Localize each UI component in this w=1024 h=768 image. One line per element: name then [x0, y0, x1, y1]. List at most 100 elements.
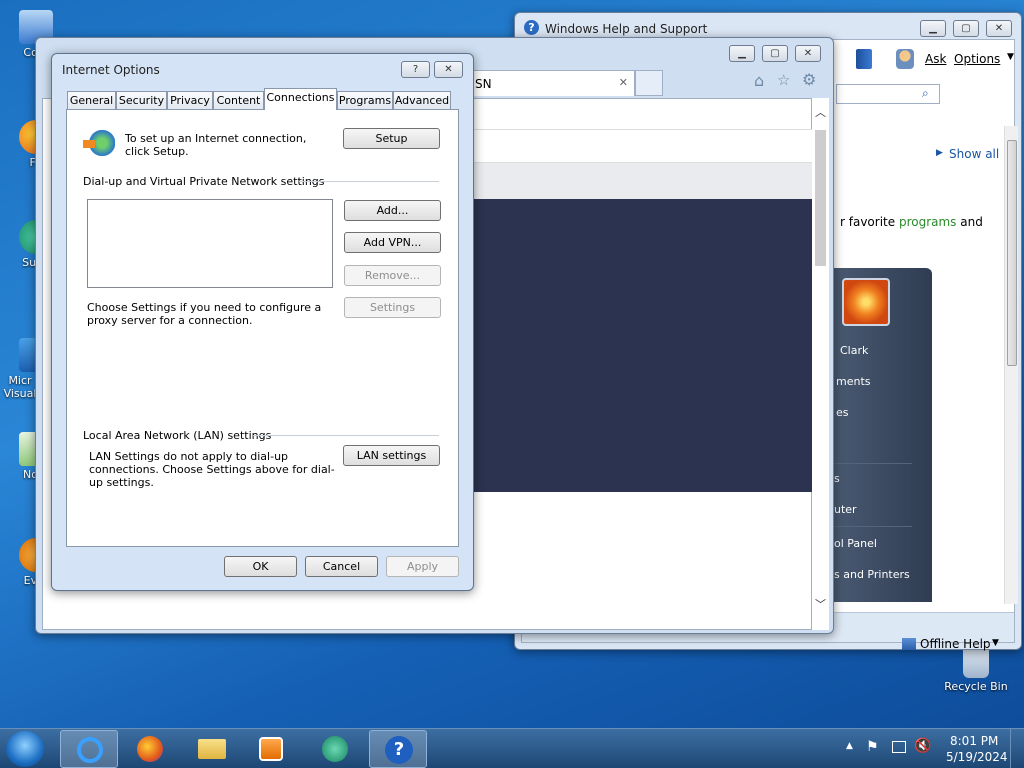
tab-advanced[interactable]: Advanced [393, 91, 451, 110]
connections-list[interactable] [87, 199, 333, 288]
add-button[interactable]: Add... [344, 200, 441, 221]
proxy-text: Choose Settings if you need to configure… [87, 301, 322, 327]
body-text: r favorite [840, 215, 899, 229]
ask-button[interactable]: Ask [925, 52, 946, 66]
options-menu[interactable]: Options [954, 52, 1000, 66]
taskbar: ? ▲ ⚑ 🔇 8:01 PM 5/19/2024 [0, 728, 1024, 768]
menu-item[interactable]: s [834, 472, 840, 485]
book-icon[interactable] [856, 49, 872, 69]
apply-button[interactable]: Apply [386, 556, 459, 577]
browser-scrollbar[interactable]: ︿ ﹀ [812, 98, 829, 630]
cancel-button[interactable]: Cancel [305, 556, 378, 577]
help-button[interactable]: ? [401, 61, 430, 78]
scrollbar-thumb[interactable] [1007, 140, 1017, 366]
remove-button[interactable]: Remove... [344, 265, 441, 286]
taskbar-app[interactable] [306, 730, 364, 768]
divider [253, 435, 439, 436]
setup-text: To set up an Internet connection, click … [125, 132, 307, 158]
scrollbar-thumb[interactable] [815, 130, 826, 266]
home-icon[interactable]: ⌂ [754, 71, 764, 90]
internet-options-dialog[interactable]: Internet Options ? ✕ General Security Pr… [51, 53, 474, 591]
menu-item[interactable]: ol Panel [834, 537, 877, 550]
page-dark-panel [473, 199, 813, 492]
user-picture [842, 278, 890, 326]
scroll-down-icon[interactable]: ﹀ [815, 596, 826, 612]
menu-item[interactable]: Clark [840, 344, 868, 357]
close-button[interactable]: ✕ [434, 61, 463, 78]
desktop-icon-label: Micr Visual [3, 374, 37, 400]
tab-security[interactable]: Security [116, 91, 167, 110]
programs-link[interactable]: programs [899, 215, 956, 229]
taskbar-firefox[interactable] [121, 730, 179, 768]
tab-connections[interactable]: Connections [264, 88, 337, 110]
start-button[interactable] [6, 731, 44, 767]
favorites-star-icon[interactable]: ☆ [777, 71, 790, 89]
help-window-title: Windows Help and Support [545, 22, 708, 36]
volume-muted-icon[interactable]: 🔇 [914, 738, 931, 754]
desktop-icon-recycle-bin[interactable]: Recycle Bin [938, 646, 1014, 693]
search-icon[interactable]: ⌕ [922, 86, 929, 101]
help-scrollbar[interactable] [1004, 126, 1018, 604]
tab-programs[interactable]: Programs [337, 91, 393, 110]
help-body-text: r favorite programs and [840, 215, 983, 229]
maximize-button[interactable]: ▢ [762, 45, 788, 62]
folder-icon [198, 739, 226, 759]
maximize-button[interactable]: ▢ [953, 20, 979, 37]
taskbar-help[interactable]: ? [369, 730, 427, 768]
clock-date[interactable]: 5/19/2024 [946, 750, 1008, 764]
start-menu-panel: Clark ments es s uter ol Panel s and Pri… [832, 268, 932, 602]
close-button[interactable]: ✕ [986, 20, 1012, 37]
firefox-icon [137, 736, 163, 762]
menu-item[interactable]: ments [836, 375, 871, 388]
tab-general[interactable]: General [67, 91, 116, 110]
connections-panel: To set up an Internet connection, click … [66, 109, 459, 547]
help-icon: ? [385, 736, 413, 764]
show-desktop-button[interactable] [1010, 729, 1024, 768]
network-icon[interactable] [892, 741, 906, 753]
menu-item[interactable]: es [836, 406, 849, 419]
ok-button[interactable]: OK [224, 556, 297, 577]
lan-settings-button[interactable]: LAN settings [343, 445, 440, 466]
add-vpn-button[interactable]: Add VPN... [344, 232, 441, 253]
setup-button[interactable]: Setup [343, 128, 440, 149]
show-hidden-icons[interactable]: ▲ [846, 741, 853, 751]
expand-icon: ▶ [936, 148, 943, 158]
address-field[interactable] [473, 129, 813, 163]
browser-tab[interactable]: SN ✕ [472, 70, 635, 96]
tab-privacy[interactable]: Privacy [167, 91, 213, 110]
taskbar-ie[interactable] [60, 730, 118, 768]
vpn-group-label: Dial-up and Virtual Private Network sett… [83, 175, 325, 188]
body-text: and [956, 215, 983, 229]
tab-content[interactable]: Content [213, 91, 264, 110]
taskbar-media-player[interactable] [243, 730, 301, 768]
menu-item[interactable]: uter [834, 503, 857, 516]
flag-icon[interactable]: ⚑ [866, 739, 879, 755]
app-icon [322, 736, 348, 762]
dialog-title: Internet Options [62, 63, 160, 77]
close-button[interactable]: ✕ [795, 45, 821, 62]
show-all-link[interactable]: Show all [949, 147, 999, 161]
settings-button[interactable]: Settings [344, 297, 441, 318]
arrow-icon [83, 140, 95, 148]
chevron-down-icon: ▼ [992, 638, 999, 648]
tab-title: SN [475, 77, 492, 91]
scroll-up-icon[interactable]: ︿ [815, 104, 826, 120]
minimize-button[interactable]: ▁ [729, 45, 755, 62]
offline-help-menu[interactable]: Offline Help [920, 637, 991, 651]
lan-text: LAN Settings do not apply to dial-up con… [89, 450, 335, 489]
ie-icon [77, 737, 103, 763]
tab-close-icon[interactable]: ✕ [619, 76, 628, 89]
desktop-icon-label: Recycle Bin [944, 680, 1008, 693]
taskbar-explorer[interactable] [182, 730, 240, 768]
menu-item[interactable]: s and Printers [834, 568, 910, 581]
new-tab-button[interactable] [635, 70, 663, 96]
minimize-button[interactable]: ▁ [920, 20, 946, 37]
tools-gear-icon[interactable]: ⚙ [802, 70, 816, 89]
offline-help-icon [902, 638, 916, 650]
divider [299, 181, 439, 182]
page-grey-band [473, 163, 813, 199]
ask-icon [896, 49, 914, 69]
chevron-down-icon: ▼ [1007, 52, 1014, 62]
clock-time[interactable]: 8:01 PM [950, 734, 998, 748]
media-player-icon [259, 737, 283, 761]
